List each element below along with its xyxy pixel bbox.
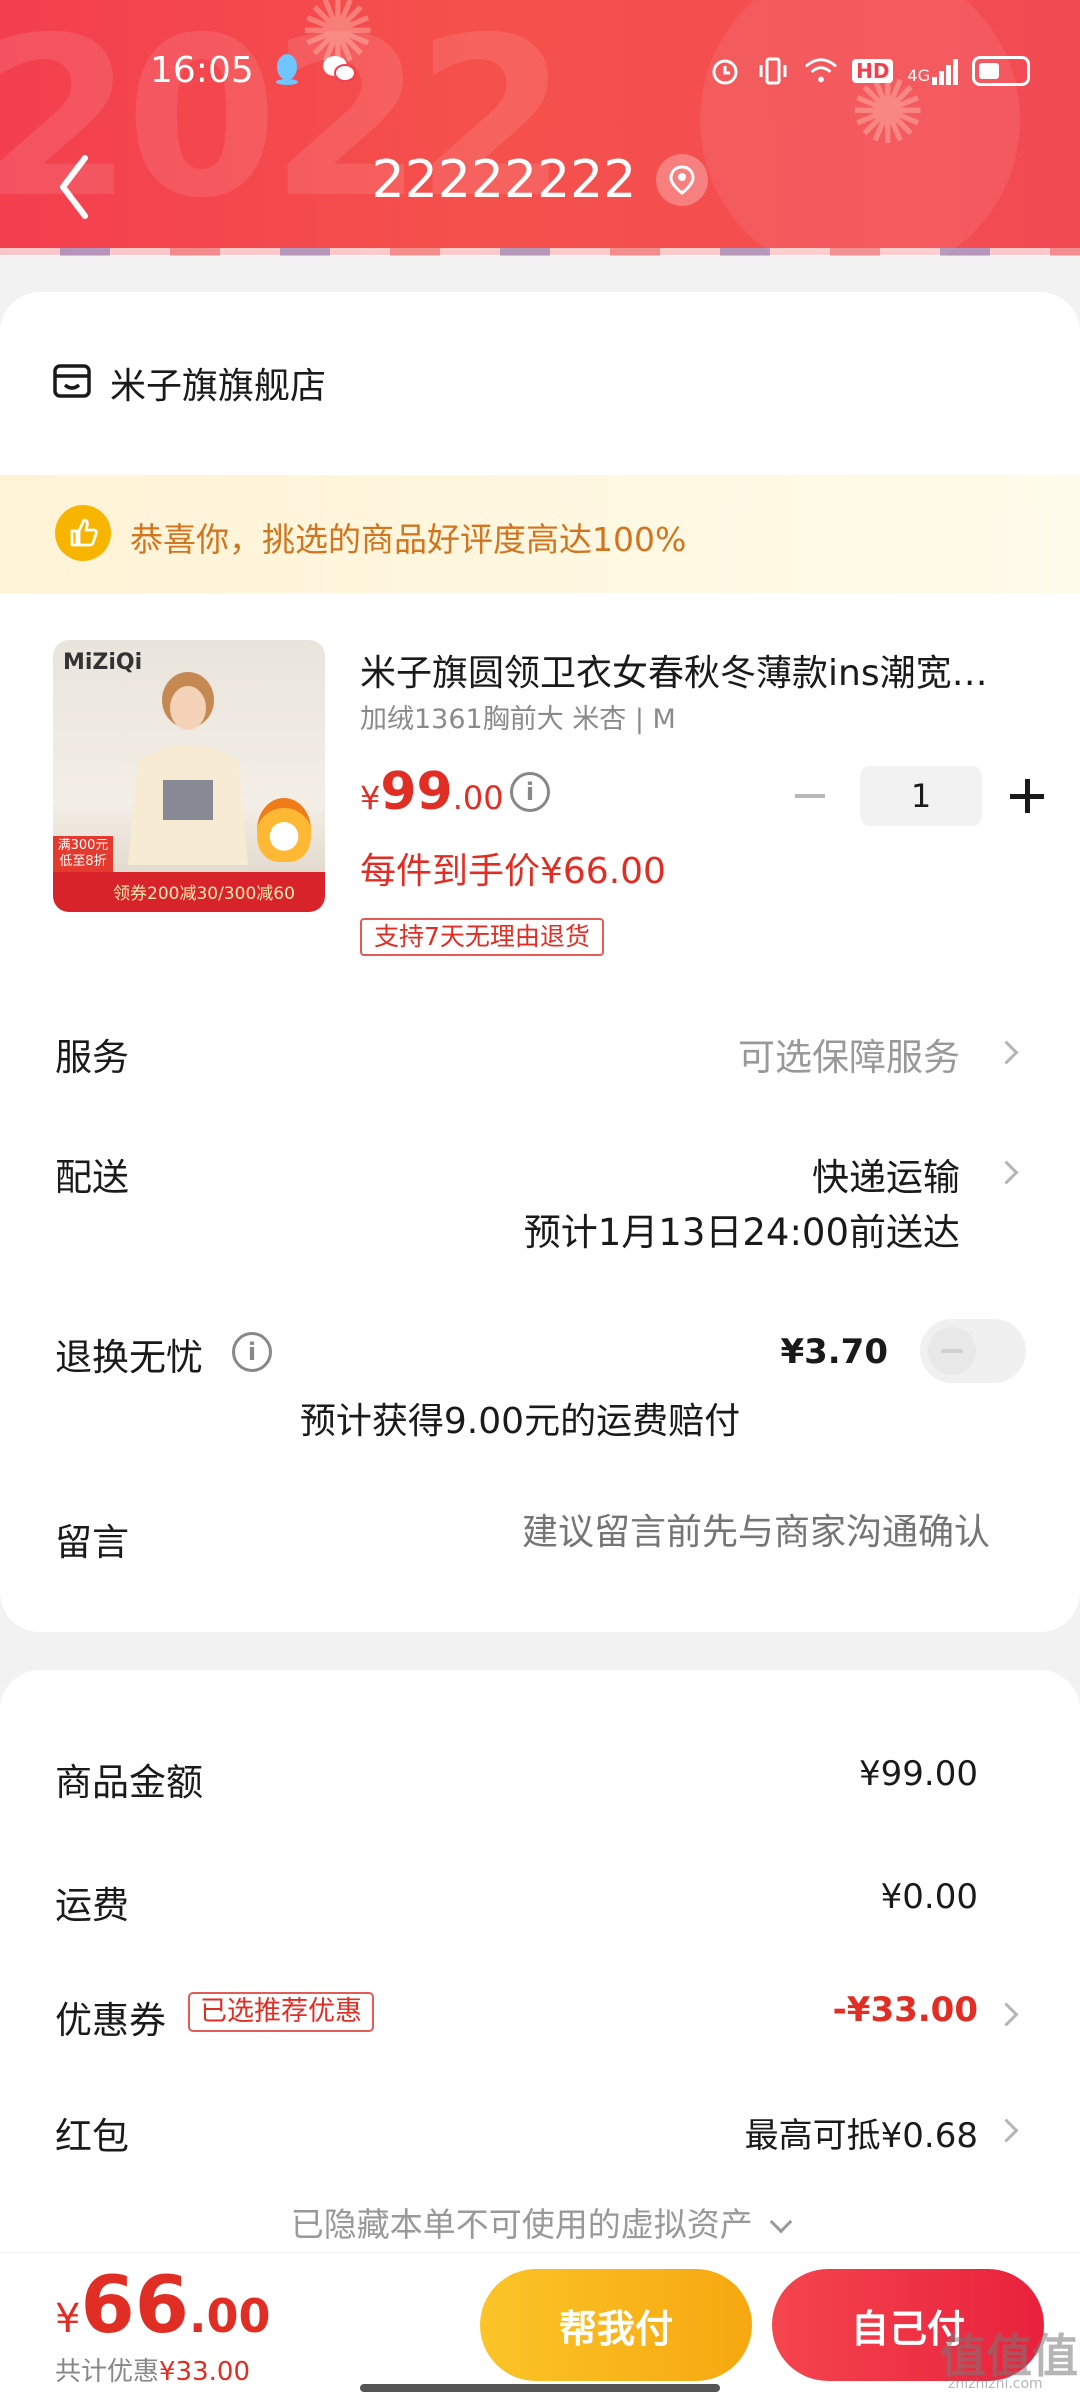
praise-banner: 恭喜你，挑选的商品好评度高达100% — [0, 475, 1080, 593]
total-price: ¥ 66 .00 — [55, 2261, 271, 2351]
total-discount: 共计优惠¥33.00 — [55, 2351, 250, 2388]
return-insurance-price: ¥3.70 — [780, 1332, 888, 1372]
chevron-right-icon[interactable] — [996, 2116, 1018, 2146]
header: 2022 ✺ ✺ 16:05 HD 4G 22222222 — [0, 0, 1080, 255]
chevron-down-icon — [769, 2210, 793, 2234]
wechat-icon — [322, 52, 356, 86]
return-insurance-info-icon[interactable]: i — [232, 1332, 272, 1372]
return-policy-badge: 支持7天无理由退货 — [360, 918, 604, 956]
status-time: 16:05 — [150, 50, 254, 91]
price-info-icon[interactable]: i — [510, 772, 550, 812]
fleece-badge — [257, 798, 311, 862]
return-insurance-label: 退换无忧 — [55, 1336, 203, 1379]
quantity-minus-button[interactable] — [785, 771, 835, 821]
quantity-input[interactable]: 1 — [860, 766, 982, 826]
quantity-plus-button[interactable] — [1002, 771, 1052, 821]
price-integer: 99 — [380, 762, 453, 822]
model-figure — [128, 672, 248, 865]
price-decimal: .00 — [452, 779, 504, 817]
network-type: 4G — [907, 66, 930, 85]
hidden-assets-text: 已隐藏本单不可使用的虚拟资产 — [290, 2205, 753, 2244]
location-icon[interactable] — [656, 154, 709, 206]
coupon-label: 优惠券 — [55, 1999, 166, 2042]
coupon-value[interactable]: -¥33.00 — [833, 1990, 978, 2030]
shop-row[interactable]: 米子旗旗舰店 — [52, 357, 326, 409]
delivery-eta: 预计1月13日24:00前送达 — [523, 1211, 960, 1254]
qq-icon — [270, 52, 304, 86]
product-spec[interactable]: 加绒1361胸前大 米杏 | M — [360, 697, 676, 736]
nav-bar: 22222222 — [0, 140, 1080, 230]
delivery-label: 配送 — [55, 1156, 129, 1199]
chevron-right-icon[interactable] — [996, 2000, 1018, 2030]
total-symbol: ¥ — [55, 2296, 81, 2342]
quantity-stepper: 1 — [785, 766, 1052, 826]
promo-tag: 满300元 低至8折 — [53, 836, 113, 872]
red-packet-value[interactable]: 最高可抵¥0.68 — [745, 2108, 978, 2157]
each-price: 每件到手价¥66.00 — [360, 851, 666, 892]
total-discount-label: 共计优惠 — [55, 2357, 160, 2387]
message-input[interactable] — [430, 1512, 990, 1553]
shipping-value: ¥0.00 — [880, 1877, 978, 1917]
order-item-card: 米子旗旗舰店 恭喜你，挑选的商品好评度高达100% MiZiQi 满300元 低… — [0, 292, 1080, 1632]
service-value[interactable]: 可选保障服务 — [738, 1027, 960, 1081]
battery-icon — [972, 56, 1030, 86]
signal-icon: 4G — [907, 57, 958, 85]
red-packet-label: 红包 — [55, 2115, 129, 2158]
delivery-value[interactable]: 快递运输 — [812, 1147, 960, 1201]
toggle-knob — [928, 1327, 976, 1375]
help-me-pay-button[interactable]: 帮我付 — [480, 2269, 752, 2381]
promo-banner-text: 领券200减30/300减60 — [113, 884, 295, 904]
hidden-assets-toggle[interactable]: 已隐藏本单不可使用的虚拟资产 — [0, 2198, 1080, 2246]
alarm-icon — [708, 54, 742, 88]
return-insurance-toggle[interactable] — [920, 1319, 1026, 1383]
hd-icon: HD — [852, 59, 894, 83]
total-integer: 66 — [80, 2261, 189, 2351]
bottom-bar: ¥ 66 .00 共计优惠¥33.00 帮我付 自己付 — [0, 2252, 1080, 2400]
praise-text: 恭喜你，挑选的商品好评度高达100% — [130, 520, 687, 559]
shop-name: 米子旗旗舰店 — [110, 366, 327, 407]
vibrate-icon — [756, 54, 790, 88]
shop-icon — [52, 361, 92, 405]
goods-amount-label: 商品金额 — [55, 1761, 203, 1804]
total-discount-amount: ¥33.00 — [159, 2357, 250, 2387]
total-decimal: .00 — [189, 2289, 271, 2343]
watermark-url: zhizhizhi.com — [948, 2376, 1043, 2392]
product-price: ¥ 99 .00 — [360, 762, 504, 822]
home-indicator[interactable] — [360, 2384, 720, 2392]
wifi-icon — [804, 54, 838, 88]
product-image[interactable]: MiZiQi 满300元 低至8折 领券200减30/300减60 — [53, 640, 325, 912]
status-bar: 16:05 HD 4G — [0, 40, 1080, 104]
thumbs-up-icon — [55, 505, 111, 561]
price-symbol: ¥ — [360, 779, 381, 817]
return-insurance-compensation: 预计获得9.00元的运费赔付 — [299, 1401, 741, 1442]
message-label: 留言 — [55, 1521, 129, 1564]
chevron-right-icon[interactable] — [996, 1158, 1018, 1188]
chevron-right-icon[interactable] — [996, 1038, 1018, 1068]
product-title[interactable]: 米子旗圆领卫衣女春秋冬薄款ins潮宽… — [360, 644, 1030, 696]
shipping-label: 运费 — [55, 1884, 129, 1927]
goods-amount-value: ¥99.00 — [859, 1754, 978, 1794]
service-label: 服务 — [55, 1036, 129, 1079]
envelope-stripe — [0, 248, 1080, 256]
coupon-recommended-badge: 已选推荐优惠 — [188, 1992, 374, 2032]
address-title[interactable]: 22222222 — [372, 150, 637, 210]
